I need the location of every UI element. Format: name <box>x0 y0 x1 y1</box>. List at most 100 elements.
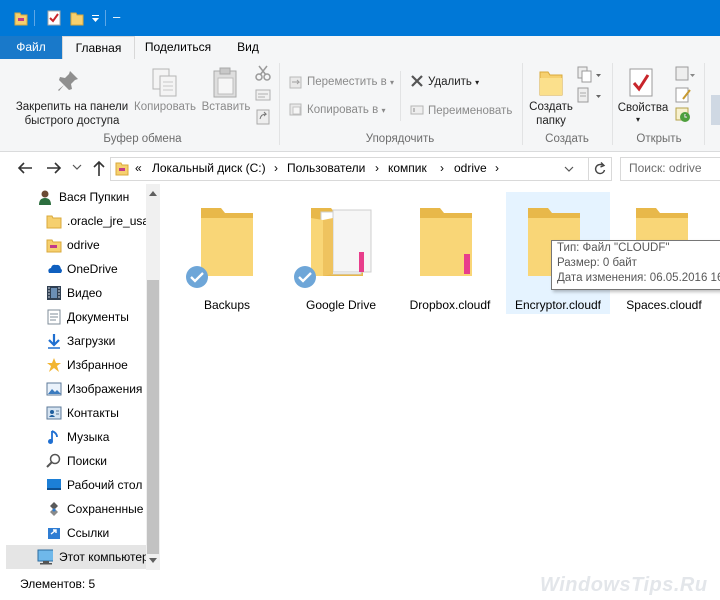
tab-view[interactable]: Вид <box>221 36 275 59</box>
move-to-icon <box>289 76 302 89</box>
new-folder-qa-icon[interactable] <box>70 10 84 26</box>
video-icon <box>47 286 61 300</box>
back-arrow-icon[interactable] <box>16 160 34 176</box>
scroll-down-arrow-icon[interactable] <box>149 558 157 564</box>
new-folder-button[interactable]: Создать папку <box>522 100 580 128</box>
select-group-edge <box>711 95 720 125</box>
rename-button[interactable]: Переименовать <box>428 104 512 118</box>
nav-item-onedrive[interactable]: OneDrive <box>0 257 146 281</box>
chevron-right-icon[interactable]: › <box>440 161 444 175</box>
nav-label: Контакты <box>67 406 119 420</box>
nav-item-oracle[interactable]: .oracle_jre_usag <box>0 209 156 233</box>
nav-scrollbar[interactable] <box>146 184 160 570</box>
rename-icon <box>410 105 424 115</box>
group-divider <box>704 63 705 145</box>
up-arrow-icon[interactable] <box>91 159 107 177</box>
favorites-icon <box>47 358 61 372</box>
properties-qa-icon[interactable] <box>47 10 61 26</box>
open-icon[interactable] <box>675 66 697 82</box>
tab-file[interactable]: Файл <box>0 36 62 59</box>
copy-to-button[interactable]: Копировать в ▾ <box>307 103 385 118</box>
chevron-down-icon[interactable] <box>90 10 104 26</box>
ribbon: Закрепить на панели быстрого доступа Коп… <box>0 59 720 152</box>
breadcrumb-overflow[interactable]: « <box>135 161 142 175</box>
tooltip-size: Размер: 0 байт <box>557 257 637 269</box>
address-bar[interactable]: « Локальный диск (C:) › Пользователи › к… <box>110 157 612 181</box>
nav-label: Документы <box>67 310 129 324</box>
nav-label: Изображения <box>67 382 143 396</box>
copy-button[interactable]: Копировать <box>130 100 200 114</box>
paste-shortcut-icon[interactable] <box>256 109 270 125</box>
copy-path-icon[interactable] <box>255 88 271 102</box>
folder-name: Dropbox.cloudf <box>409 298 491 312</box>
new-folder-icon <box>539 71 563 96</box>
paste-button[interactable]: Вставить <box>196 100 256 114</box>
user-icon <box>39 190 51 205</box>
folder-name: Google Drive <box>305 298 377 312</box>
nav-item-user[interactable]: Вася Пупкин <box>0 185 146 209</box>
tooltip-type: Тип: Файл "CLOUDF" <box>557 242 670 254</box>
nav-item-saved-games[interactable]: Сохраненные <box>0 497 146 521</box>
breadcrumb-local-disk[interactable]: Локальный диск (C:) <box>152 161 266 175</box>
tab-share[interactable]: Поделиться <box>135 36 221 59</box>
folder-item[interactable]: Google Drive <box>289 192 393 314</box>
new-item-icon[interactable] <box>577 66 603 84</box>
group-new-label: Создать <box>545 133 589 145</box>
easy-access-icon[interactable] <box>577 87 603 105</box>
chevron-down-icon[interactable]: ▾ <box>636 113 640 127</box>
nav-item-video[interactable]: Видео <box>0 281 146 305</box>
folder-item[interactable]: Backups <box>175 192 279 314</box>
documents-icon <box>47 309 61 325</box>
nav-item-odrive[interactable]: odrive <box>0 233 146 257</box>
delete-button[interactable]: Удалить ▾ <box>428 75 479 90</box>
copy-icon <box>152 68 177 97</box>
nav-item-favorites[interactable]: Избранное <box>0 353 146 377</box>
scroll-up-arrow-icon[interactable] <box>149 190 157 196</box>
move-to-button[interactable]: Переместить в ▾ <box>307 75 394 90</box>
cut-icon[interactable] <box>255 65 271 81</box>
nav-label: Ссылки <box>67 526 110 540</box>
recent-locations-chevron-icon[interactable] <box>72 162 82 172</box>
forward-arrow-icon[interactable] <box>45 160 63 176</box>
qa-divider <box>105 10 106 26</box>
nav-item-pictures[interactable]: Изображения <box>0 377 146 401</box>
chevron-right-icon[interactable]: › <box>495 161 499 175</box>
nav-item-downloads[interactable]: Загрузки <box>0 329 146 353</box>
nav-label: Загрузки <box>67 334 116 348</box>
search-input[interactable]: Поиск: odrive <box>620 157 720 181</box>
scroll-thumb[interactable] <box>147 280 159 554</box>
chevron-right-icon[interactable]: › <box>375 161 379 175</box>
nav-item-searches[interactable]: Поиски <box>0 449 146 473</box>
folder-icon <box>46 215 62 229</box>
breadcrumb-users[interactable]: Пользователи <box>287 161 365 175</box>
nav-item-documents[interactable]: Документы <box>0 305 146 329</box>
breadcrumb-odrive[interactable]: odrive <box>454 161 487 175</box>
nav-item-desktop[interactable]: Рабочий стол <box>0 473 146 497</box>
tab-home[interactable]: Главная <box>62 36 135 60</box>
edit-icon[interactable] <box>675 87 693 103</box>
sync-check-icon <box>294 266 316 288</box>
navigation-pane: Вася Пупкин .oracle_jre_usag odrive OneD… <box>0 184 160 570</box>
chevron-down-icon: ▾ <box>381 106 386 115</box>
nav-item-contacts[interactable]: Контакты <box>0 401 146 425</box>
nav-item-music[interactable]: Музыка <box>0 425 146 449</box>
nav-item-this-pc[interactable]: Этот компьютер <box>6 545 149 569</box>
pin-quick-access-button[interactable]: Закрепить на панели быстрого доступа <box>8 100 136 128</box>
music-icon <box>48 430 58 444</box>
chevron-down-icon[interactable] <box>564 164 574 174</box>
contacts-icon <box>46 406 62 420</box>
nav-item-links[interactable]: Ссылки <box>0 521 146 545</box>
folder-name: Spaces.cloudf <box>626 298 702 312</box>
refresh-icon[interactable] <box>592 161 608 177</box>
folder-item[interactable]: Dropbox.cloudf <box>398 192 502 314</box>
tooltip-modified: Дата изменения: 06.05.2016 16 <box>557 272 720 284</box>
history-icon[interactable] <box>675 107 693 123</box>
links-icon <box>48 528 60 539</box>
breadcrumb-user[interactable]: компик <box>388 161 427 175</box>
sync-check-icon <box>186 266 208 288</box>
watermark: WindowsTips.Ru <box>540 574 708 596</box>
properties-button[interactable]: Свойства <box>612 101 674 115</box>
folder-odrive-icon <box>115 162 129 176</box>
chevron-right-icon[interactable]: › <box>274 161 278 175</box>
nav-label: OneDrive <box>67 262 118 276</box>
